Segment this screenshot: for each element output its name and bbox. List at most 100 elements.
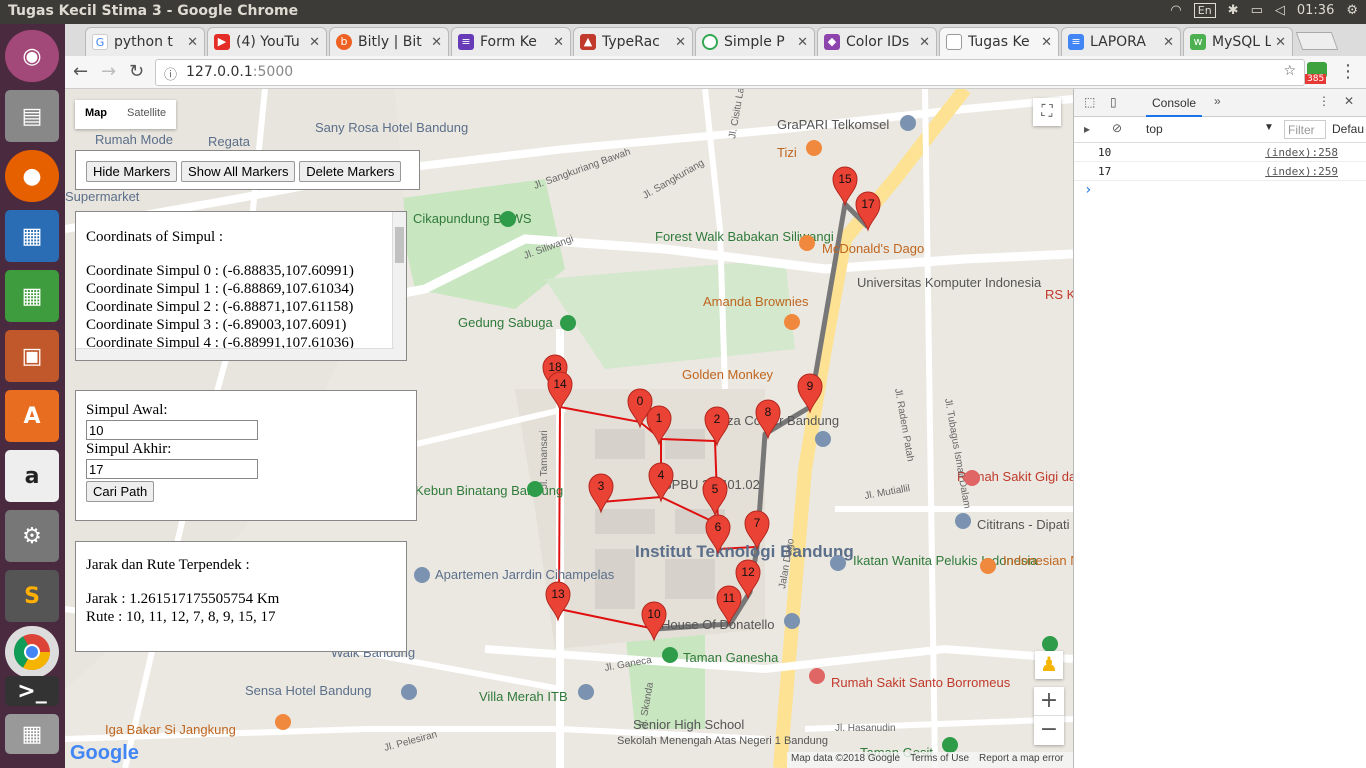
tab-console[interactable]: Console [1146, 89, 1203, 117]
street-view-pegman-icon[interactable]: ♟ [1035, 651, 1063, 679]
back-icon[interactable]: ← [73, 61, 88, 82]
graph-node-marker-1[interactable]: 1 [646, 405, 672, 446]
tab-bitly[interactable]: b Bitly | Bit ✕ [329, 27, 449, 56]
clear-console-icon[interactable]: ⊘ [1112, 121, 1122, 135]
firefox-icon[interactable]: ● [5, 150, 59, 202]
graph-node-marker-15[interactable]: 15 [832, 166, 858, 207]
forward-icon[interactable]: → [101, 61, 116, 82]
graph-node-marker-9[interactable]: 9 [797, 373, 823, 414]
system-settings-icon[interactable]: ⚙ [5, 510, 59, 562]
battery-icon[interactable]: ▭ [1251, 3, 1263, 18]
source-link[interactable]: (index):259 [1265, 165, 1338, 178]
terms-link[interactable]: Terms of Use [910, 753, 969, 767]
cari-path-button[interactable]: Cari Path [86, 481, 155, 502]
graph-node-marker-4[interactable]: 4 [648, 462, 674, 503]
map-type-satellite-button[interactable]: Satellite [117, 100, 176, 129]
tab-youtube[interactable]: ▶ (4) YouTu ✕ [207, 27, 327, 56]
tab-tugas-active[interactable]: Tugas Ke ✕ [939, 27, 1059, 56]
graph-node-marker-5[interactable]: 5 [702, 476, 728, 517]
coordinate-line: Coordinate Simpul 1 : (-6.88869,107.6103… [86, 281, 354, 297]
chevron-down-icon[interactable]: ▼ [1264, 122, 1274, 133]
graph-node-marker-3[interactable]: 3 [588, 473, 614, 514]
bookmark-star-icon[interactable]: ☆ [1283, 63, 1296, 79]
close-icon[interactable]: ✕ [1275, 35, 1286, 50]
graph-node-marker-10[interactable]: 10 [641, 601, 667, 642]
close-icon[interactable]: ✕ [1041, 35, 1052, 50]
graph-node-marker-13[interactable]: 13 [545, 581, 571, 622]
tab-python[interactable]: Gpython t ✕ [85, 27, 205, 56]
simpul-akhir-input[interactable] [86, 459, 258, 479]
tab-color-ids[interactable]: ◆ Color IDs ✕ [817, 27, 937, 56]
inspect-element-icon[interactable]: ⬚ [1084, 95, 1095, 109]
settings-gear-icon[interactable]: ⚙ [1346, 3, 1358, 18]
tab-mysql[interactable]: w MySQL L ✕ [1183, 27, 1293, 56]
log-levels-dropdown[interactable]: Defau [1332, 122, 1364, 136]
google-logo[interactable]: Google [70, 742, 139, 765]
zoom-in-button[interactable]: + [1034, 687, 1064, 716]
show-all-markers-button[interactable]: Show All Markers [181, 161, 296, 182]
chrome-icon[interactable] [5, 626, 59, 678]
tab-simple[interactable]: Simple P ✕ [695, 27, 815, 56]
google-map[interactable]: Rumah Mode Regata Sany Rosa Hotel Bandun… [65, 89, 1073, 768]
map-type-map-button[interactable]: Map [75, 100, 117, 129]
coordinates-scrollbar[interactable] [392, 212, 406, 360]
info-icon[interactable]: ⓘ [164, 64, 177, 83]
close-icon[interactable]: ✕ [675, 35, 686, 50]
context-selector[interactable]: top [1146, 122, 1163, 136]
amazon-icon[interactable]: a [5, 450, 59, 502]
graph-node-marker-6[interactable]: 6 [705, 514, 731, 555]
graph-node-marker-2[interactable]: 2 [704, 406, 730, 447]
graph-node-marker-7[interactable]: 7 [744, 510, 770, 551]
terminal-icon[interactable]: >_ [5, 676, 59, 706]
coordinates-panel[interactable]: Coordinats of Simpul : Coordinate Simpul… [75, 211, 407, 361]
coordinates-h-scrollbar[interactable] [76, 348, 394, 360]
ubuntu-dash-icon[interactable]: ◉ [5, 30, 59, 82]
workspaces-icon[interactable]: ▦ [5, 714, 59, 754]
software-center-icon[interactable]: A [5, 390, 59, 442]
bitly-icon: b [336, 34, 352, 50]
console-filter-input[interactable]: Filter [1284, 120, 1326, 139]
tab-typeracer[interactable]: ▲ TypeRac ✕ [573, 27, 693, 56]
zoom-out-button[interactable]: − [1034, 716, 1064, 745]
device-toolbar-icon[interactable]: ▯ [1110, 95, 1117, 109]
report-error-link[interactable]: Report a map error [979, 753, 1063, 767]
address-bar[interactable]: ⓘ 127.0.0.1:5000 ☆ [155, 59, 1305, 86]
close-icon[interactable]: ✕ [1163, 35, 1174, 50]
close-icon[interactable]: ✕ [1344, 94, 1354, 108]
graph-node-marker-8[interactable]: 8 [755, 399, 781, 440]
devtools-menu-icon[interactable]: ⋮ [1318, 94, 1330, 108]
graph-node-marker-14[interactable]: 14 [547, 371, 573, 412]
simpul-awal-input[interactable] [86, 420, 258, 440]
calc-icon[interactable]: ▦ [5, 270, 59, 322]
console-prompt[interactable]: › [1074, 181, 1366, 201]
close-icon[interactable]: ✕ [797, 35, 808, 50]
delete-markers-button[interactable]: Delete Markers [299, 161, 402, 182]
keyboard-language[interactable]: En [1193, 3, 1216, 18]
bluetooth-icon[interactable]: ✱ [1228, 3, 1239, 18]
more-tabs-icon[interactable]: » [1214, 94, 1221, 108]
tab-form[interactable]: ≡ Form Ke ✕ [451, 27, 571, 56]
fullscreen-icon[interactable]: ⛶ [1033, 98, 1061, 126]
close-icon[interactable]: ✕ [309, 35, 320, 50]
graph-node-marker-17[interactable]: 17 [855, 191, 881, 232]
close-icon[interactable]: ✕ [919, 35, 930, 50]
scrollbar-thumb[interactable] [395, 227, 404, 263]
sidebar-toggle-icon[interactable]: ▸ [1084, 122, 1090, 136]
new-tab-button[interactable] [1295, 32, 1339, 50]
sublime-text-icon[interactable]: S [5, 570, 59, 622]
hide-markers-button[interactable]: Hide Markers [86, 161, 178, 182]
source-link[interactable]: (index):258 [1265, 146, 1338, 159]
impress-icon[interactable]: ▣ [5, 330, 59, 382]
menu-icon[interactable]: ⋮ [1339, 61, 1357, 82]
close-icon[interactable]: ✕ [187, 35, 198, 50]
close-icon[interactable]: ✕ [553, 35, 564, 50]
graph-node-marker-11[interactable]: 11 [716, 585, 742, 626]
clock[interactable]: 01:36 [1297, 3, 1334, 18]
volume-icon[interactable]: ◁ [1275, 3, 1285, 18]
files-icon[interactable]: ▤ [5, 90, 59, 142]
close-icon[interactable]: ✕ [431, 35, 442, 50]
wifi-icon[interactable]: ◠ [1170, 3, 1181, 18]
writer-icon[interactable]: ▦ [5, 210, 59, 262]
reload-icon[interactable]: ↻ [129, 61, 144, 82]
tab-laporan[interactable]: ≡ LAPORA ✕ [1061, 27, 1181, 56]
